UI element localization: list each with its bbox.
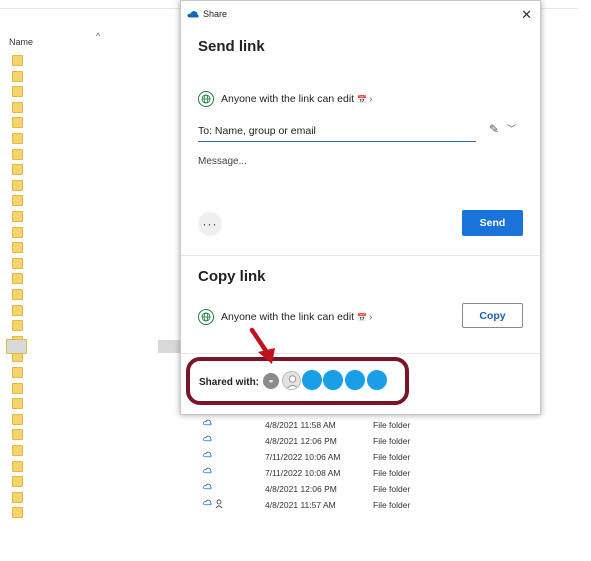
folder-icon[interactable]	[12, 55, 23, 66]
pencil-icon[interactable]: ✎	[489, 122, 499, 136]
file-type: File folder	[373, 468, 411, 478]
chevron-down-icon[interactable]: ﹀	[507, 122, 516, 135]
share-dialog: Share ✕ Send link Anyone with the link c…	[180, 0, 541, 415]
folder-icon[interactable]	[12, 86, 23, 98]
shared-with-highlight-box	[186, 357, 409, 405]
folder-icon[interactable]	[12, 226, 23, 238]
permission-label: Anyone with the link can edit	[221, 93, 355, 105]
folder-icon[interactable]	[12, 133, 23, 144]
folder-icon[interactable]	[12, 101, 23, 113]
date-modified: 4/8/2021 11:58 AM	[265, 420, 336, 430]
message-field[interactable]	[198, 156, 518, 201]
dialog-title: Share	[203, 9, 228, 19]
copy-link-permission-button[interactable]: Anyone with the link can edit 📅 ›	[198, 309, 372, 325]
recipient-input[interactable]	[198, 121, 476, 142]
folder-icon[interactable]	[12, 257, 23, 269]
onedrive-status-icon	[203, 419, 212, 426]
annotation-arrow-icon	[249, 327, 275, 364]
folder-icon[interactable]	[12, 382, 23, 394]
onedrive-status-icon	[203, 451, 212, 458]
file-type: File folder	[373, 484, 411, 494]
globe-icon	[198, 309, 214, 325]
folder-icon[interactable]	[12, 117, 23, 129]
folder-icon[interactable]	[12, 242, 23, 254]
send-button[interactable]: Send	[462, 210, 523, 236]
date-modified: 4/8/2021 11:57 AM	[265, 500, 336, 510]
calendar-icon: 📅	[357, 312, 368, 322]
file-type: File folder	[373, 500, 411, 510]
folder-icon[interactable]	[12, 429, 23, 441]
folder-icon[interactable]	[12, 70, 23, 82]
calendar-icon: 📅	[357, 94, 368, 104]
onedrive-status-icon	[203, 467, 212, 474]
folder-icon[interactable]	[12, 211, 23, 222]
folder-icon[interactable]	[12, 164, 23, 176]
folder-icon[interactable]	[12, 491, 23, 503]
folder-icon[interactable]	[12, 273, 23, 285]
date-modified: 7/11/2022 10:08 AM	[265, 468, 341, 478]
selected-row-highlight	[6, 339, 27, 354]
folder-icon[interactable]	[12, 304, 23, 316]
chevron-right-icon: ›	[369, 311, 373, 323]
folder-icon[interactable]	[12, 398, 23, 410]
section-divider	[181, 353, 540, 354]
onedrive-status-icon	[203, 483, 212, 490]
dialog-header: Share	[187, 9, 227, 19]
file-type: File folder	[373, 436, 411, 446]
send-link-heading: Send link	[198, 38, 265, 55]
copy-button[interactable]: Copy	[462, 303, 523, 328]
folder-icon[interactable]	[12, 476, 23, 488]
date-modified: 4/8/2021 12:06 PM	[265, 484, 337, 494]
file-type: File folder	[373, 420, 411, 430]
date-modified: 7/11/2022 10:06 AM	[265, 452, 341, 462]
more-icon[interactable]: ···	[198, 212, 222, 236]
folder-icon[interactable]	[12, 507, 23, 519]
send-link-permission-button[interactable]: Anyone with the link can edit 📅 ›	[198, 91, 372, 107]
folder-icon[interactable]	[12, 413, 23, 425]
folder-icon[interactable]	[12, 367, 23, 378]
folder-icon[interactable]	[12, 320, 23, 332]
chevron-right-icon: ›	[369, 93, 373, 105]
close-icon[interactable]: ✕	[521, 7, 532, 23]
permission-label: Anyone with the link can edit	[221, 311, 355, 323]
folder-icon[interactable]	[12, 195, 23, 207]
date-modified: 4/8/2021 12:06 PM	[265, 436, 337, 446]
folder-icon[interactable]	[12, 445, 23, 456]
folder-icon[interactable]	[12, 148, 23, 160]
folder-icon[interactable]	[12, 179, 23, 191]
sort-up-icon[interactable]: ^	[96, 31, 100, 41]
copy-link-heading: Copy link	[198, 268, 266, 285]
name-column-header[interactable]: Name	[9, 37, 33, 47]
onedrive-cloud-icon	[187, 11, 199, 18]
folder-icon[interactable]	[12, 460, 23, 472]
file-type: File folder	[373, 452, 411, 462]
folder-icon[interactable]	[12, 289, 23, 300]
onedrive-status-icon	[203, 499, 212, 506]
globe-icon	[198, 91, 214, 107]
onedrive-status-icon	[203, 435, 212, 442]
section-divider	[181, 255, 540, 256]
shared-person-icon	[215, 499, 223, 509]
selected-row-cell	[158, 340, 180, 353]
